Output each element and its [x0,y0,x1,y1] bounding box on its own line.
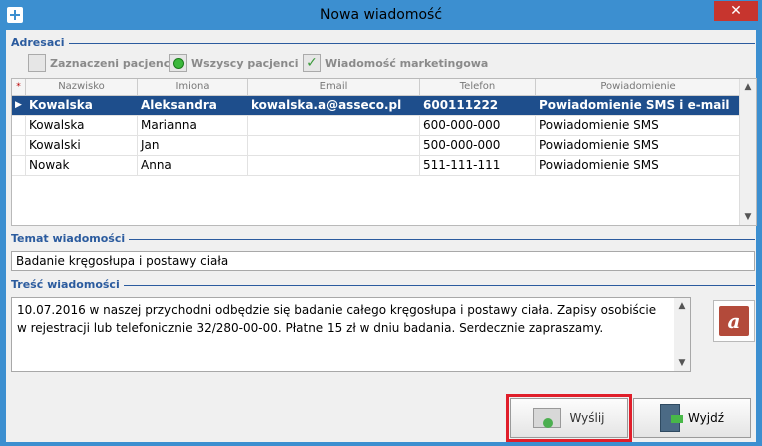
dialog-window: Nowa wiadomość ✕ Adresaci Zaznaczeni pac… [0,0,762,446]
cell-telefon: 600111222 [420,96,536,115]
table-header: * Nazwisko Imiona Email Telefon Powiadom… [12,79,740,96]
dialog-body: Adresaci Zaznaczeni pacjenci Wszyscy pac… [6,30,757,442]
close-button[interactable]: ✕ [714,1,758,21]
cell-powiadomienie: Powiadomienie SMS [539,158,659,172]
cell-telefon: 500-000-000 [420,136,536,155]
scroll-down-icon[interactable]: ▼ [740,209,756,225]
cell-imiona: Marianna [138,116,248,135]
table-row[interactable]: Nowak Anna 511-111-111 Powiadomienie SMS [12,156,740,176]
send-button-highlight: Wyślij [506,394,632,442]
temat-label: Temat wiadomości [11,232,130,245]
cell-telefon: 511-111-111 [420,156,536,175]
option-wszyscy-pacjenci[interactable]: Wszyscy pacjenci [169,54,299,72]
row-selector-icon: ▶ [12,96,26,115]
table-row[interactable]: Kowalski Jan 500-000-000 Powiadomienie S… [12,136,740,156]
send-button[interactable]: Wyślij [510,398,628,438]
scroll-down-icon[interactable]: ▼ [674,355,690,371]
row-selector [12,156,26,175]
cell-telefon: 600-000-000 [420,116,536,135]
exit-button[interactable]: Wyjdź [633,398,751,438]
recipients-table[interactable]: * Nazwisko Imiona Email Telefon Powiadom… [11,78,757,226]
table-row[interactable]: ▶ Kowalska Aleksandra kowalska.a@asseco.… [12,96,740,116]
table-scrollbar[interactable]: ▲ ▼ [739,79,756,225]
textarea-scrollbar[interactable]: ▲ ▼ [674,298,690,371]
cell-nazwisko: Kowalski [26,136,138,155]
tresc-label: Treść wiadomości [11,278,124,291]
window-title: Nowa wiadomość [319,7,443,23]
cell-imiona: Jan [138,136,248,155]
cell-powiadomienie: Powiadomienie SMS [539,138,659,152]
font-style-button[interactable]: a [713,300,755,342]
checkbox-icon[interactable] [28,54,46,72]
scroll-up-icon[interactable]: ▲ [740,79,756,95]
row-selector [12,136,26,155]
radio-icon[interactable] [169,54,187,72]
envelope-send-icon [533,408,562,428]
cell-imiona: Anna [138,156,248,175]
option-zaznaczeni-pacjenci[interactable]: Zaznaczeni pacjenci [28,54,174,72]
cell-email: kowalska.a@asseco.pl [248,96,420,115]
option-wiadomosc-marketingowa[interactable]: ✓ Wiadomość marketingowa [303,54,488,72]
send-button-label: Wyślij [569,411,605,425]
cell-powiadomienie: Powiadomienie SMS i e-mail [539,98,730,112]
font-style-icon: a [719,306,749,336]
option-label: Zaznaczeni pacjenci [50,56,175,70]
adresaci-divider [11,43,755,44]
header-telefon[interactable]: Telefon [420,79,536,95]
scroll-up-icon[interactable]: ▲ [674,298,690,314]
exit-door-icon [659,404,683,432]
adresaci-label: Adresaci [11,36,69,49]
header-powiadomienie[interactable]: Powiadomienie [536,79,740,95]
subject-input[interactable]: Badanie kręgosłupa i postawy ciała [11,251,755,271]
table-row[interactable]: Kowalska Marianna 600-000-000 Powiadomie… [12,116,740,136]
checkbox-checked-icon[interactable]: ✓ [303,54,321,72]
header-email[interactable]: Email [248,79,420,95]
cell-email [248,136,420,155]
cell-nazwisko: Kowalska [26,96,138,115]
cell-nazwisko: Nowak [26,156,138,175]
option-label: Wiadomość marketingowa [325,56,489,70]
radio-selected-icon [172,57,184,69]
cell-powiadomienie: Powiadomienie SMS [539,118,659,132]
header-indicator: * [12,79,26,95]
exit-button-label: Wyjdź [687,411,724,425]
message-textarea[interactable]: 10.07.2016 w naszej przychodni odbędzie … [11,297,691,372]
header-nazwisko[interactable]: Nazwisko [26,79,138,95]
cell-email [248,116,420,135]
cell-email [248,156,420,175]
row-selector [12,116,26,135]
header-imiona[interactable]: Imiona [138,79,248,95]
cell-imiona: Aleksandra [138,96,248,115]
message-text: 10.07.2016 w naszej przychodni odbędzie … [17,303,657,335]
option-label: Wszyscy pacjenci [191,56,299,70]
title-bar: Nowa wiadomość ✕ [1,1,761,30]
cell-nazwisko: Kowalska [26,116,138,135]
